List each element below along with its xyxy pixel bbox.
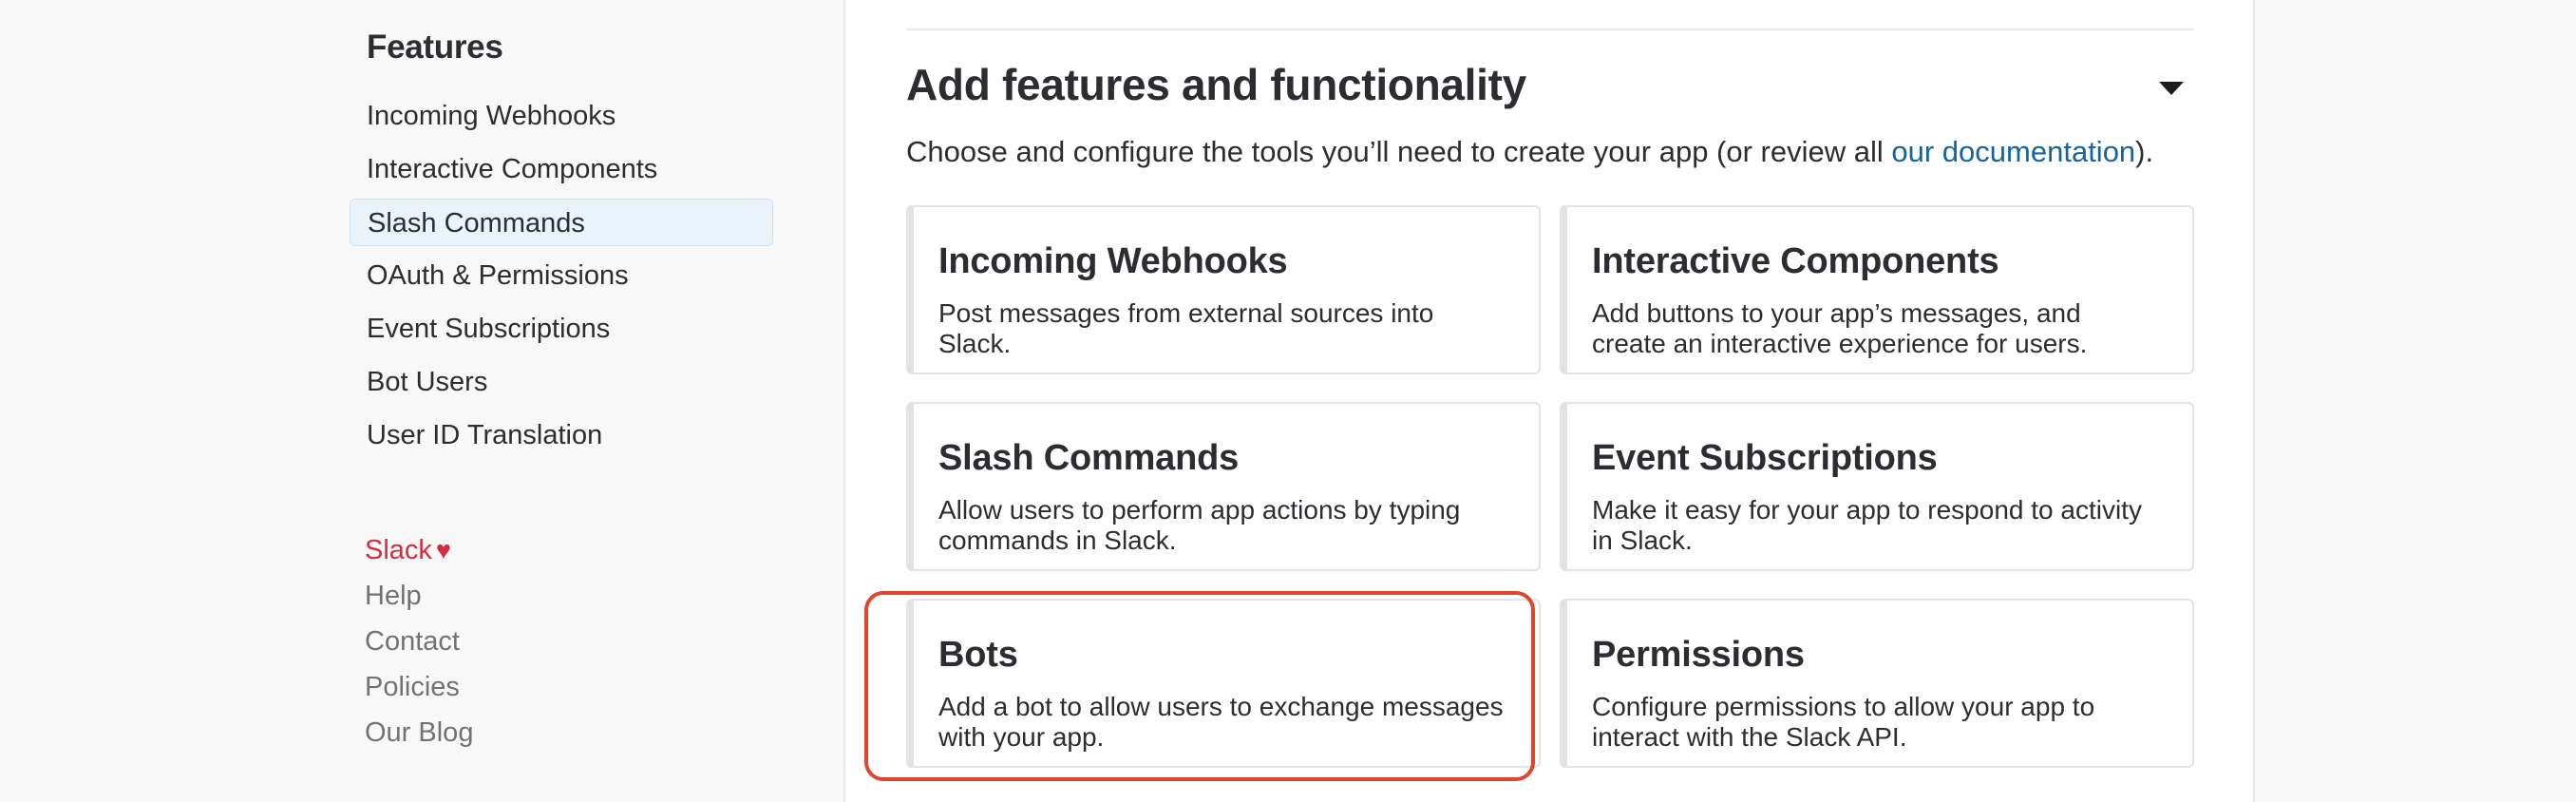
footer-contact-link[interactable]: Contact bbox=[365, 622, 460, 660]
footer-help-link[interactable]: Help bbox=[365, 577, 422, 615]
documentation-link[interactable]: our documentation bbox=[1891, 135, 2135, 168]
section-title: Add features and functionality bbox=[906, 60, 1526, 109]
sidebar-item-event-subscriptions[interactable]: Event Subscriptions bbox=[350, 305, 773, 353]
card-description: Add buttons to your app’s messages, and … bbox=[1592, 298, 2088, 358]
card-description: Allow users to perform app actions by ty… bbox=[938, 495, 1461, 555]
feature-card-slash-commands[interactable]: Slash Commands Allow users to perform ap… bbox=[906, 402, 1541, 571]
sidebar-item-user-id-translation[interactable]: User ID Translation bbox=[350, 411, 773, 459]
feature-card-bots[interactable]: Bots Add a bot to allow users to exchang… bbox=[906, 599, 1541, 768]
main-panel: Add features and functionality Choose an… bbox=[843, 0, 2255, 802]
description-suffix: ). bbox=[2135, 135, 2154, 168]
heart-icon: ♥ bbox=[435, 536, 451, 564]
feature-card-event-subscriptions[interactable]: Event Subscriptions Make it easy for you… bbox=[1560, 402, 2194, 571]
card-title: Slash Commands bbox=[938, 438, 1240, 478]
sidebar-heading: Features bbox=[367, 29, 503, 66]
footer-blog-link[interactable]: Our Blog bbox=[365, 714, 473, 752]
sidebar-item-incoming-webhooks[interactable]: Incoming Webhooks bbox=[350, 92, 773, 140]
section-description: Choose and configure the tools you’ll ne… bbox=[906, 135, 2153, 169]
feature-card-interactive-components[interactable]: Interactive Components Add buttons to yo… bbox=[1560, 205, 2194, 374]
card-description: Post messages from external sources into… bbox=[938, 298, 1434, 358]
description-prefix: Choose and configure the tools you’ll ne… bbox=[906, 135, 1892, 168]
feature-card-incoming-webhooks[interactable]: Incoming Webhooks Post messages from ext… bbox=[906, 205, 1541, 374]
card-title: Permissions bbox=[1592, 635, 1805, 675]
card-title: Bots bbox=[938, 635, 1018, 675]
footer-policies-link[interactable]: Policies bbox=[365, 668, 460, 706]
sidebar-item-oauth-permissions[interactable]: OAuth & Permissions bbox=[350, 252, 773, 299]
card-title: Interactive Components bbox=[1592, 241, 1999, 281]
sidebar-item-slash-commands[interactable]: Slash Commands bbox=[350, 199, 773, 246]
divider bbox=[906, 29, 2194, 30]
card-description: Add a bot to allow users to exchange mes… bbox=[938, 692, 1504, 752]
sidebar-item-bot-users[interactable]: Bot Users bbox=[350, 358, 773, 406]
card-title: Event Subscriptions bbox=[1592, 438, 1938, 478]
sidebar: Features Incoming Webhooks Interactive C… bbox=[0, 0, 843, 802]
card-title: Incoming Webhooks bbox=[938, 241, 1288, 281]
feature-card-permissions[interactable]: Permissions Configure permissions to all… bbox=[1560, 599, 2194, 768]
caret-down-icon[interactable] bbox=[2159, 82, 2184, 95]
footer-slack-link[interactable]: Slack ♥ bbox=[365, 531, 451, 569]
sidebar-item-interactive-components[interactable]: Interactive Components bbox=[350, 145, 773, 193]
card-description: Configure permissions to allow your app … bbox=[1592, 692, 2095, 752]
footer-slack-label: Slack bbox=[365, 535, 432, 565]
card-description: Make it easy for your app to respond to … bbox=[1592, 495, 2142, 555]
